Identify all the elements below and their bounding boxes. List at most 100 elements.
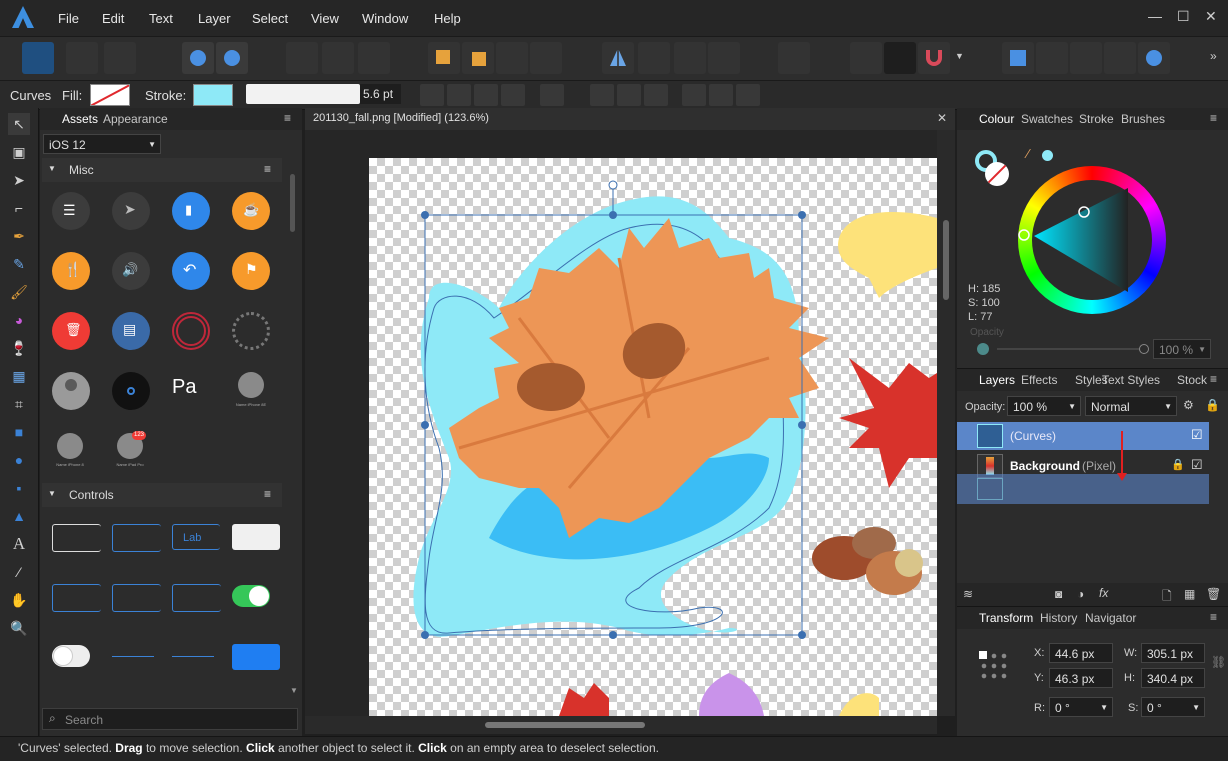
arrange-forward-button[interactable] [462,42,494,74]
snap-geometry-button[interactable] [358,42,390,74]
rounded-rect-tool-icon[interactable]: ▪ [8,477,30,499]
snap-nodes-button[interactable] [322,42,354,74]
text-tool-icon[interactable]: A [8,533,30,555]
tab-colour[interactable]: Colour [979,112,1014,126]
toggle-on-control[interactable] [232,585,270,607]
pixel-persona-button[interactable] [66,42,98,74]
maximize-icon[interactable]: ☐ [1177,8,1190,25]
stroke-width-slider[interactable] [246,84,360,104]
spinner-icon[interactable] [232,312,270,350]
align-bottom-button[interactable] [736,84,760,106]
colour-triangle[interactable] [1018,166,1166,314]
isolate-button[interactable] [216,42,248,74]
boolean-add-button[interactable] [1002,42,1034,74]
show-nodes-button[interactable] [474,84,498,106]
stroke-width-field[interactable]: 5.6 pt [360,84,401,104]
scroll-down-icon[interactable]: ▼ [290,686,298,695]
boolean-divide-button[interactable] [1138,42,1170,74]
trash-icon[interactable]: 🗑 [52,312,90,350]
colour-wheel[interactable] [1018,166,1166,314]
device-avatar-icon[interactable] [57,433,83,459]
close-document-icon[interactable]: ✕ [937,111,947,125]
delete-layer-icon[interactable]: 🗑 [1206,587,1221,601]
pen-tool-icon[interactable]: ✒ [8,225,30,247]
group-icon[interactable]: ▦ [1184,587,1195,601]
rotation-field[interactable]: 0 ° ▼ [1049,697,1113,717]
asset-category-select[interactable]: iOS 12 ▼ [43,134,161,154]
menu-help[interactable]: Help [434,11,461,26]
move-forward-button[interactable] [182,42,214,74]
restaurant-icon[interactable]: 🍴 [52,252,90,290]
opacity-field[interactable]: 100 % ▼ [1153,339,1211,359]
tab-stock[interactable]: Stock [1177,373,1207,387]
designer-persona-button[interactable] [22,42,54,74]
device-avatar-icon[interactable] [238,372,264,398]
flip-vertical-button[interactable] [638,42,670,74]
boolean-subtract-button[interactable] [1036,42,1068,74]
apple-pay-icon[interactable]: Pa [172,376,196,399]
coffee-icon[interactable]: ☕ [232,192,270,230]
layer-settings-gear-icon[interactable]: ⚙ [1183,398,1194,412]
zoom-tool-icon[interactable]: 🔍 [8,617,30,639]
ellipse-tool-icon[interactable]: ● [8,449,30,471]
place-image-tool-icon[interactable]: ▦ [8,365,30,387]
layers-stack-icon[interactable]: ≋ [963,587,973,601]
node-tool-icon[interactable]: ➤ [8,169,30,191]
align-top-button[interactable] [682,84,706,106]
toolbar-overflow-icon[interactable]: » [1210,49,1217,63]
grid-button[interactable] [850,42,882,74]
boolean-intersect-button[interactable] [1070,42,1102,74]
color-picker-tool-icon[interactable]: ⁄ [8,561,30,583]
fx-icon[interactable]: fx [1099,586,1108,600]
anchor-grid[interactable] [979,651,1011,683]
artboard-tool-icon[interactable]: ▣ [8,141,30,163]
control-asset[interactable] [52,524,101,552]
transform-mode-button[interactable] [501,84,525,106]
tab-swatches[interactable]: Swatches [1021,112,1073,126]
shear-field[interactable]: 0 ° ▼ [1141,697,1205,717]
rotate-right-button[interactable] [708,42,740,74]
section-menu-icon[interactable]: ≡ [264,162,271,176]
volume-icon[interactable]: 🔊 [112,252,150,290]
tab-assets[interactable]: Assets [62,112,98,126]
layer-lock-icon[interactable]: 🔒 [1171,458,1185,471]
h-field[interactable]: 340.4 px [1141,668,1205,688]
control-asset[interactable] [172,656,214,657]
toggle-off-control[interactable] [52,645,90,667]
control-asset[interactable] [112,656,154,657]
section-menu-icon[interactable]: ≡ [264,487,271,501]
panel-menu-icon[interactable]: ≡ [284,111,291,125]
tab-effects[interactable]: Effects [1021,373,1057,387]
control-asset[interactable] [52,584,101,612]
canvas-viewport[interactable] [305,130,937,716]
radio-dot-icon[interactable] [112,372,150,410]
rotate-left-button[interactable] [674,42,706,74]
brush-tool-icon[interactable]: 🖌 [8,281,30,303]
location-arrow-icon[interactable]: ➤ [112,192,150,230]
view-tool-icon[interactable]: ✋ [8,589,30,611]
align-center-button[interactable] [617,84,641,106]
tab-navigator[interactable]: Navigator [1085,611,1136,625]
opacity-slider[interactable] [997,344,1149,354]
arrange-front-button[interactable] [496,42,528,74]
snapping-manager-button[interactable] [884,42,916,74]
close-window-icon[interactable]: ✕ [1205,8,1217,25]
tab-layers[interactable]: Layers [979,373,1015,387]
fill-tool-icon[interactable]: ◕ [8,309,30,331]
show-bbox-button[interactable] [447,84,471,106]
list-icon[interactable]: ☰ [52,192,90,230]
menu-file[interactable]: File [58,11,79,26]
layer-row-curves[interactable]: (Curves) ☑ [957,422,1209,450]
tab-text-styles[interactable]: Text Styles [1102,373,1160,387]
archive-icon[interactable]: ▤ [112,312,150,350]
minimize-icon[interactable]: — [1148,8,1162,24]
control-asset[interactable] [232,644,280,670]
reply-icon[interactable]: ↶ [172,252,210,290]
control-asset[interactable] [232,524,280,550]
transparency-tool-icon[interactable]: 🍷 [8,337,30,359]
assets-scrollbar[interactable] [290,174,295,232]
blend-mode-select[interactable]: Normal ▼ [1085,396,1177,416]
section-misc-header[interactable]: ▼ Misc ≡ [42,158,282,182]
align-left-button[interactable] [590,84,614,106]
align-right-button[interactable] [644,84,668,106]
